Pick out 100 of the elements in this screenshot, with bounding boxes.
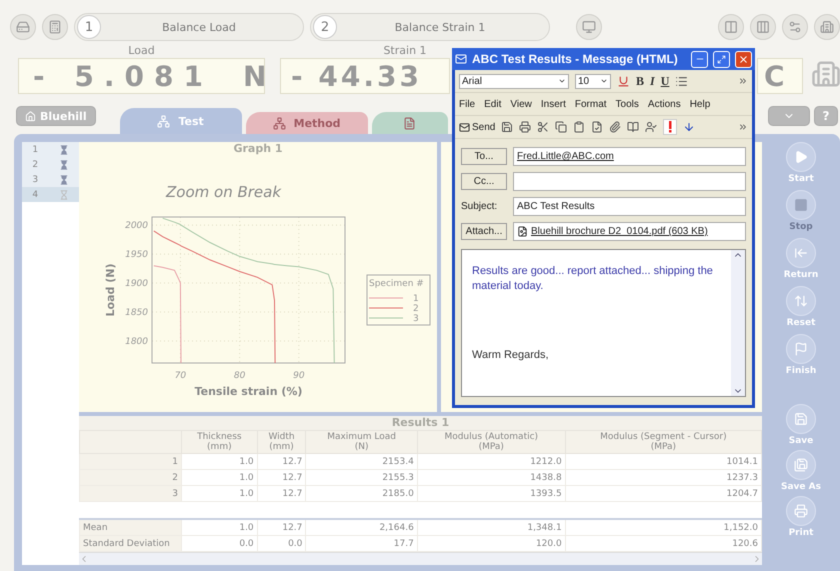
monitor-button[interactable]: [576, 14, 602, 40]
balance-button[interactable]: 1 Balance Load: [74, 13, 304, 41]
address-field[interactable]: Fred.Little@ABC.com: [513, 147, 746, 166]
table-cell: 12.7: [257, 454, 306, 470]
print-icon[interactable]: [519, 121, 532, 133]
legend-box: [366, 274, 430, 326]
size-select[interactable]: 10: [575, 74, 611, 88]
list-icon[interactable]: [675, 74, 688, 88]
attachment-field[interactable]: Bluehill brochure D2_0104.pdf (603 KB): [513, 222, 746, 241]
close-button[interactable]: [735, 50, 752, 68]
menu-item[interactable]: Help: [690, 98, 710, 110]
column-header: Width (mm): [257, 430, 306, 454]
panel-title: Results 1: [392, 416, 450, 430]
more-icon[interactable]: [738, 122, 748, 132]
table-cell: 120.6: [565, 536, 762, 552]
toolbar-button[interactable]: [814, 14, 840, 40]
table-cell: 1393.5: [417, 486, 566, 502]
toolbar-button[interactable]: [750, 14, 776, 40]
flag-icon[interactable]: [794, 342, 808, 356]
more-icon[interactable]: [738, 76, 748, 86]
menu-item[interactable]: Edit: [484, 98, 502, 110]
tab[interactable]: [372, 112, 448, 134]
table-cell: 120.0: [417, 536, 566, 552]
machine-icon: [811, 59, 840, 89]
envelope-icon[interactable]: [459, 122, 470, 132]
book-icon[interactable]: [627, 121, 640, 133]
toolbar-button[interactable]: [718, 14, 744, 40]
down-arrow-icon[interactable]: [683, 121, 696, 133]
format-button[interactable]: B: [636, 74, 644, 88]
table-cell: 1.0: [182, 454, 258, 470]
message-body[interactable]: Results are good... report attached... shipping the material today. Warm Regards,: [461, 249, 746, 397]
attachment-link[interactable]: Bluehill brochure D2_0104.pdf (603 KB): [531, 226, 708, 237]
paperclip-icon[interactable]: [609, 121, 622, 133]
envelope-icon: [455, 53, 467, 65]
device-button[interactable]: [10, 14, 36, 40]
format-button[interactable]: I: [650, 74, 655, 88]
format-button[interactable]: U: [660, 74, 670, 88]
calculator-button[interactable]: [42, 14, 68, 40]
horizontal-scrollbar[interactable]: [79, 552, 762, 565]
columns-icon[interactable]: [724, 20, 738, 34]
field-button[interactable]: To...: [461, 148, 507, 165]
building-icon[interactable]: [820, 20, 834, 34]
legend-title: Specimen #: [369, 279, 424, 289]
specimen-icon: [58, 144, 69, 154]
legend-label: 2: [413, 304, 419, 314]
table-cell: 1.0: [182, 519, 258, 536]
exclamation-icon[interactable]: [663, 119, 678, 135]
minimize-button[interactable]: [691, 50, 708, 68]
field-button[interactable]: Attach...: [461, 223, 507, 240]
nodes-icon[interactable]: [157, 114, 170, 128]
caret-icon[interactable]: [600, 77, 608, 85]
arrows-icon[interactable]: [794, 294, 808, 308]
save-icon[interactable]: [501, 121, 514, 133]
readout-label: Load: [128, 44, 155, 58]
document-icon[interactable]: [403, 116, 416, 130]
readout-display: - 5.081 N: [18, 58, 265, 94]
caret-icon[interactable]: [558, 77, 566, 85]
column-header: Modulus (Segment - Cursor) (MPa): [565, 430, 762, 454]
document-icon[interactable]: [591, 121, 604, 133]
copy-icon[interactable]: [555, 121, 568, 133]
play-icon[interactable]: [794, 150, 808, 164]
person-check-icon[interactable]: [645, 121, 658, 133]
address-field[interactable]: [513, 172, 746, 191]
cut-icon[interactable]: [537, 121, 550, 133]
y-tick-label: 2000: [125, 221, 148, 232]
paste-icon[interactable]: [573, 121, 586, 133]
send-button[interactable]: Send: [459, 122, 496, 132]
menu-item[interactable]: Format: [574, 98, 607, 110]
dropdown-button[interactable]: [768, 106, 810, 126]
drive-icon[interactable]: [16, 20, 30, 34]
font-select[interactable]: Arial: [459, 74, 569, 88]
arrow-left-icon[interactable]: [794, 246, 808, 260]
table-cell: 0.0: [257, 536, 306, 552]
window-title-text: ABC Test Results - Message (HTML): [472, 52, 679, 66]
vertical-scrollbar[interactable]: [731, 250, 745, 396]
readout-display: - 44.33: [280, 58, 450, 94]
balance-button[interactable]: 2 Balance Strain 1: [310, 13, 550, 41]
address-link[interactable]: Fred.Little@ABC.com: [517, 151, 614, 162]
subject-field[interactable]: ABC Test Results: [513, 197, 746, 216]
maximize-icon[interactable]: [717, 54, 726, 64]
monitor-icon[interactable]: [582, 20, 596, 34]
y-tick-label: 1800: [125, 336, 148, 347]
calculator-icon[interactable]: [48, 20, 62, 34]
menu-item[interactable]: File: [459, 98, 476, 110]
columns-icon[interactable]: [756, 20, 770, 34]
row-label: Standard Deviation: [80, 536, 182, 552]
sliders-icon[interactable]: [788, 20, 802, 34]
row-label: Mean: [80, 519, 182, 536]
x-tick-label: 70: [174, 371, 186, 381]
menu-item[interactable]: Tools: [616, 98, 639, 110]
nodes-icon[interactable]: [272, 116, 286, 130]
maximize-button[interactable]: [713, 50, 730, 68]
toolbar-button[interactable]: [782, 14, 808, 40]
close-icon[interactable]: [738, 54, 749, 64]
home-icon[interactable]: [25, 110, 36, 122]
menu-item[interactable]: Insert: [540, 98, 566, 110]
table-cell: 1438.8: [417, 470, 566, 486]
menu-item[interactable]: View: [510, 98, 532, 110]
menu-item[interactable]: Actions: [648, 98, 681, 110]
field-button[interactable]: Cc...: [461, 173, 507, 190]
